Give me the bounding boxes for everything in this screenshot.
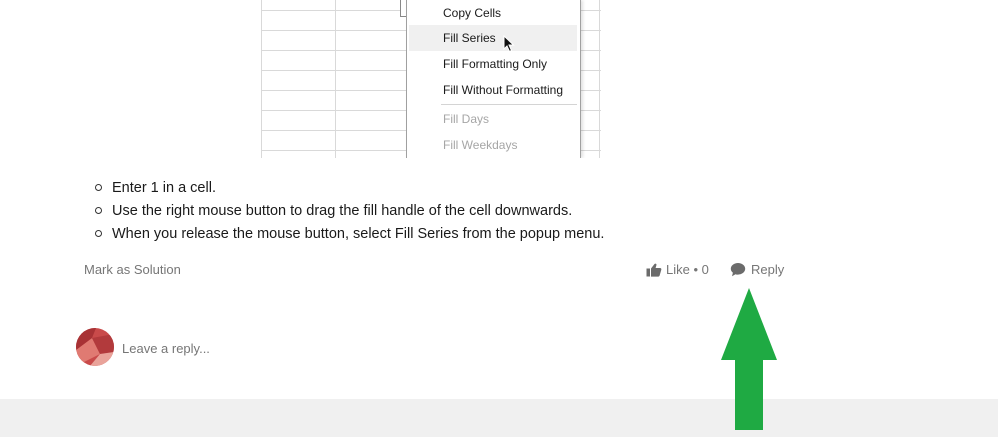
- like-button[interactable]: Like • 0: [646, 262, 709, 277]
- grid-line: [599, 0, 600, 158]
- grid-line: [261, 90, 407, 91]
- menu-item-fill-without-formatting[interactable]: Fill Without Formatting: [409, 77, 577, 103]
- list-item: When you release the mouse button, selec…: [95, 224, 604, 247]
- mark-as-solution-link[interactable]: Mark as Solution: [84, 262, 181, 277]
- mouse-cursor-icon: [503, 35, 515, 53]
- list-item-text: Use the right mouse button to drag the f…: [112, 203, 573, 219]
- menu-item-fill-formatting-only[interactable]: Fill Formatting Only: [409, 51, 577, 77]
- grid-line: [579, 110, 601, 111]
- grid-line: [261, 150, 407, 151]
- grid-line: [261, 70, 407, 71]
- grid-line: [579, 150, 601, 151]
- grid-line: [261, 0, 262, 158]
- grid-line: [261, 50, 407, 51]
- reply-label: Reply: [751, 262, 785, 277]
- grid-line: [261, 10, 407, 11]
- grid-line: [579, 130, 601, 131]
- grid-line: [579, 90, 601, 91]
- up-arrow-icon: [721, 288, 777, 430]
- grid-line: [579, 10, 601, 11]
- grid-line: [261, 30, 407, 31]
- menu-item-fill-days: Fill Days: [443, 112, 490, 126]
- reply-button[interactable]: Reply: [730, 262, 784, 277]
- menu-separator: [441, 104, 577, 105]
- context-menu: Copy Cells Fill Series Fill Formatting O…: [406, 0, 581, 158]
- list-item-text: When you release the mouse button, selec…: [112, 226, 605, 242]
- bullet-circle-icon: [95, 230, 102, 237]
- grid-line: [579, 70, 601, 71]
- embedded-screenshot: Copy Cells Fill Series Fill Formatting O…: [261, 0, 601, 158]
- reply-input[interactable]: Leave a reply...: [122, 341, 210, 356]
- menu-item-fill-weekdays: Fill Weekdays: [443, 138, 518, 152]
- grid-line: [579, 30, 601, 31]
- speech-bubble-icon: [730, 263, 746, 277]
- like-label: Like • 0: [666, 262, 709, 277]
- menu-item-copy-cells[interactable]: Copy Cells: [409, 0, 577, 26]
- grid-line: [579, 50, 601, 51]
- thumbs-up-icon: [646, 263, 662, 277]
- list-item: Enter 1 in a cell.: [95, 178, 604, 201]
- bullet-circle-icon: [95, 184, 102, 191]
- grid-line: [335, 0, 336, 158]
- instruction-list: Enter 1 in a cell. Use the right mouse b…: [95, 178, 604, 247]
- grid-line: [261, 110, 407, 111]
- menu-item-fill-series[interactable]: Fill Series: [409, 25, 577, 51]
- list-item-text: Enter 1 in a cell.: [112, 180, 216, 196]
- bullet-circle-icon: [95, 207, 102, 214]
- list-item: Use the right mouse button to drag the f…: [95, 201, 604, 224]
- avatar: [76, 328, 114, 366]
- footer-band: [0, 399, 998, 437]
- grid-line: [261, 130, 407, 131]
